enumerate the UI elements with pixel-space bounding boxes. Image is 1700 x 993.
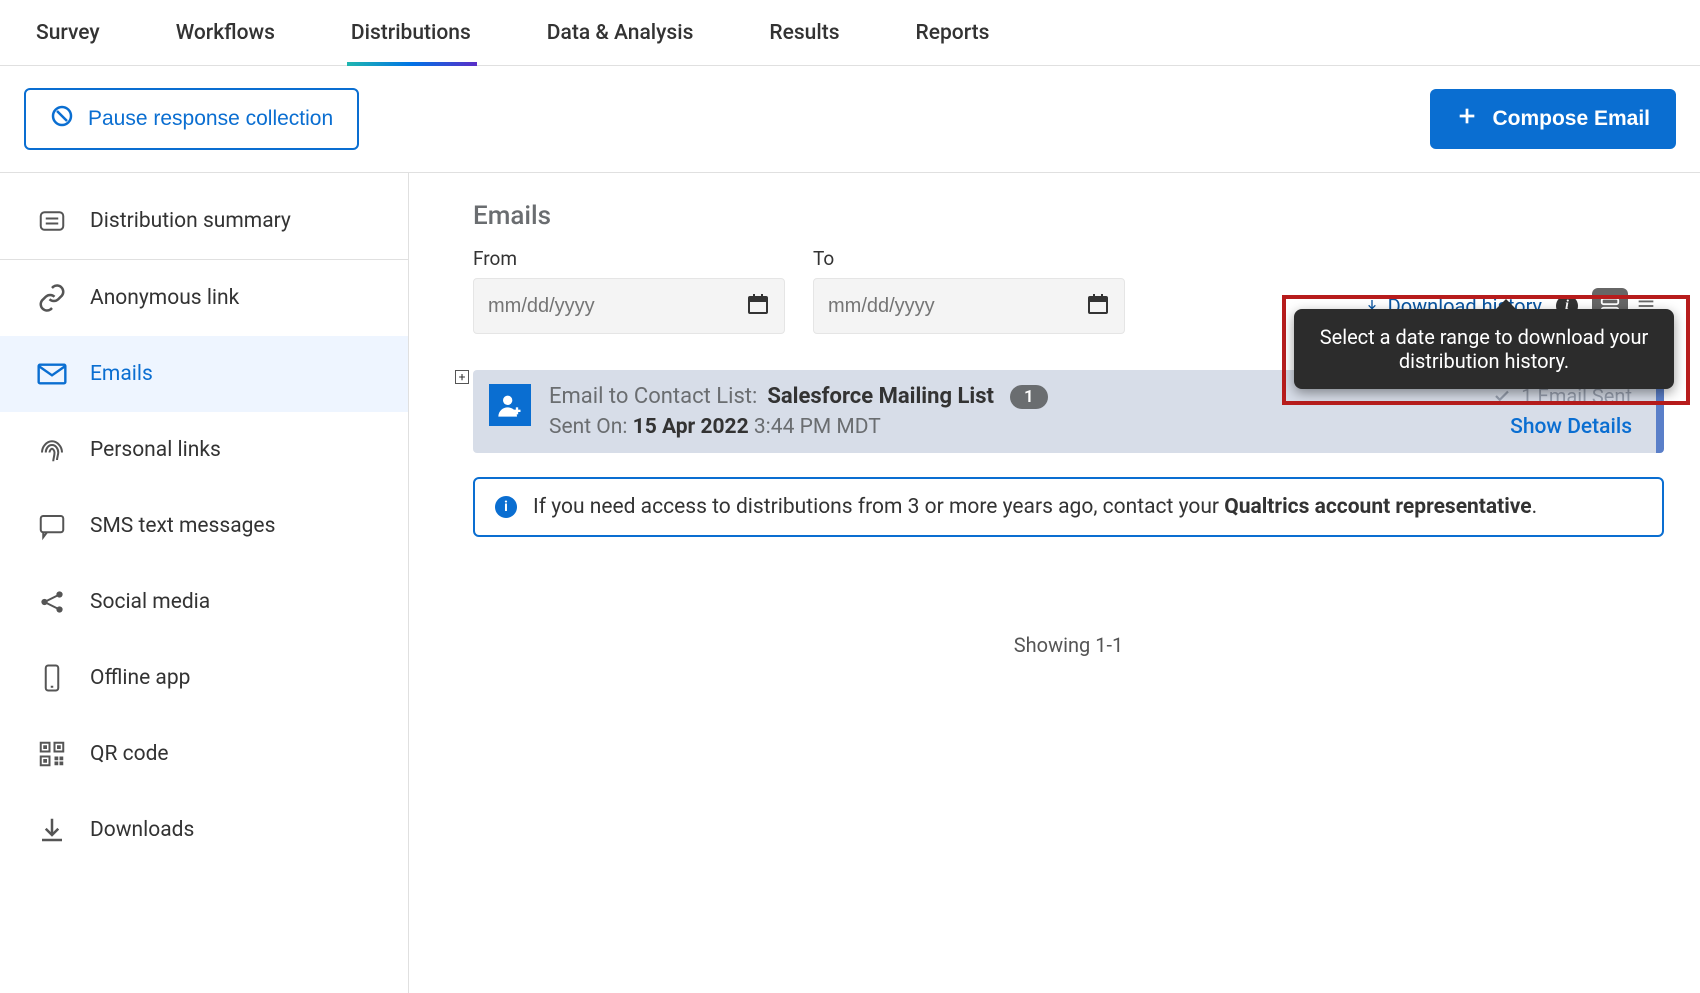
tab-survey[interactable]: Survey [36, 1, 138, 65]
sidebar-item-personal-links[interactable]: Personal links [0, 412, 408, 488]
email-list-name: Salesforce Mailing List [767, 384, 994, 409]
page-title: Emails [473, 201, 1664, 231]
email-sent-line: Sent On: 15 Apr 2022 3:44 PM MDT [549, 415, 1475, 439]
sidebar-item-summary[interactable]: Distribution summary [0, 183, 408, 259]
email-card-right: 1 Email Sent Show Details [1493, 384, 1632, 439]
pause-response-button[interactable]: Pause response collection [24, 88, 359, 150]
sidebar-item-label: Anonymous link [90, 286, 239, 310]
main-content: Emails From To [409, 173, 1700, 993]
to-date-field[interactable] [828, 295, 1038, 318]
sidebar-item-sms[interactable]: SMS text messages [0, 488, 408, 564]
info-prefix: If you need access to distributions from… [533, 495, 1224, 519]
email-count-badge: 1 [1010, 385, 1048, 409]
info-suffix: . [1532, 495, 1538, 519]
action-bar: Pause response collection Compose Email [0, 66, 1700, 173]
info-banner-text: If you need access to distributions from… [533, 495, 1537, 519]
to-label: To [813, 247, 1125, 270]
filters-right: Download history i Select a date range t… [1364, 288, 1664, 334]
tab-workflows[interactable]: Workflows [176, 1, 313, 65]
expand-row-button[interactable]: + [455, 370, 469, 384]
sidebar-item-social[interactable]: Social media [0, 564, 408, 640]
show-details-link[interactable]: Show Details [1510, 415, 1632, 439]
sidebar-item-label: Downloads [90, 818, 194, 842]
pagination-text: Showing 1-1 [473, 633, 1664, 657]
fingerprint-icon [36, 434, 68, 466]
from-date-group: From [473, 247, 785, 334]
top-tabs: Survey Workflows Distributions Data & An… [0, 0, 1700, 66]
sidebar-item-downloads[interactable]: Downloads [0, 792, 408, 868]
link-icon [36, 282, 68, 314]
sms-icon [36, 510, 68, 542]
contact-add-icon [489, 384, 531, 426]
sidebar-item-emails[interactable]: Emails [0, 336, 408, 412]
sidebar-item-label: QR code [90, 742, 169, 766]
tab-data-analysis[interactable]: Data & Analysis [547, 1, 732, 65]
tab-distributions[interactable]: Distributions [351, 1, 509, 65]
to-date-group: To [813, 247, 1125, 334]
calendar-icon [746, 292, 770, 320]
from-date-input[interactable] [473, 278, 785, 334]
share-icon [36, 586, 68, 618]
sidebar-item-label: SMS text messages [90, 514, 275, 538]
compose-label: Compose Email [1492, 107, 1650, 131]
calendar-icon [1086, 292, 1110, 320]
download-history-tooltip: Select a date range to download your dis… [1294, 309, 1674, 389]
info-banner-icon: i [495, 496, 517, 518]
from-label: From [473, 247, 785, 270]
sidebar-item-label: Emails [90, 362, 153, 386]
plus-icon [1456, 105, 1478, 133]
qr-icon [36, 738, 68, 770]
tab-reports[interactable]: Reports [916, 1, 1028, 65]
compose-email-button[interactable]: Compose Email [1430, 89, 1676, 149]
from-date-field[interactable] [488, 295, 698, 318]
filters-row: From To [473, 247, 1664, 334]
email-card-body: Email to Contact List: Salesforce Mailin… [549, 384, 1475, 439]
sidebar-item-offline-app[interactable]: Offline app [0, 640, 408, 716]
sidebar-item-qr-code[interactable]: QR code [0, 716, 408, 792]
sidebar-item-label: Social media [90, 590, 210, 614]
tooltip-text: Select a date range to download your dis… [1320, 325, 1649, 373]
info-bold: Qualtrics account representative [1224, 495, 1531, 519]
email-prefix: Email to Contact List: [549, 384, 757, 409]
sidebar-item-label: Personal links [90, 438, 221, 462]
email-icon [36, 358, 68, 390]
tab-results[interactable]: Results [769, 1, 877, 65]
sidebar: Distribution summary Anonymous link Emai… [0, 173, 409, 993]
summary-icon [36, 205, 68, 237]
sidebar-item-label: Distribution summary [90, 209, 291, 233]
sidebar-item-label: Offline app [90, 666, 190, 690]
sent-date: 15 Apr 2022 [633, 415, 749, 439]
mobile-icon [36, 662, 68, 694]
sidebar-item-anonymous-link[interactable]: Anonymous link [0, 260, 408, 336]
info-banner: i If you need access to distributions fr… [473, 477, 1664, 537]
download-icon [36, 814, 68, 846]
sent-time: 3:44 PM MDT [754, 415, 881, 439]
pause-label: Pause response collection [88, 107, 333, 131]
sent-on-label: Sent On: [549, 415, 627, 439]
to-date-input[interactable] [813, 278, 1125, 334]
cancel-circle-icon [50, 104, 74, 134]
